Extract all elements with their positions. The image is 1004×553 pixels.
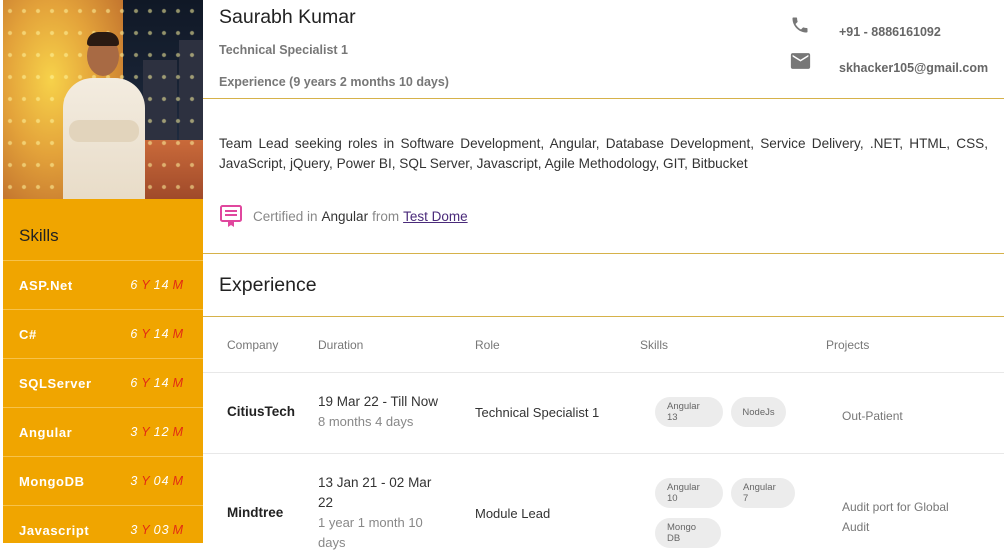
skill-chip: Angular 10 <box>655 478 723 508</box>
skills-title: Skills <box>19 226 59 245</box>
column-header-duration: Duration <box>318 338 364 352</box>
experience-project[interactable]: Audit port for Global Audit <box>842 497 972 537</box>
experience-divider <box>203 316 1004 317</box>
email-icon <box>790 53 811 69</box>
skill-duration: 6 Y 14 M <box>130 376 184 390</box>
skill-row: ASP.Net 6 Y 14 M <box>3 260 203 309</box>
column-header-company: Company <box>227 338 279 352</box>
experience-company: CitiusTech <box>227 404 296 419</box>
skill-chip: Angular 7 <box>731 478 795 508</box>
skill-row: C# 6 Y 14 M <box>3 309 203 358</box>
profile-title: Technical Specialist 1 <box>219 43 348 57</box>
skill-row: SQLServer 6 Y 14 M <box>3 358 203 407</box>
skill-row: MongoDB 3 Y 04 M <box>3 456 203 505</box>
table-row-divider <box>203 372 1004 373</box>
skill-duration: 3 Y 03 M <box>130 523 184 537</box>
skill-name: C# <box>19 326 37 342</box>
skill-chip: Mongo DB <box>655 518 721 548</box>
cert-prefix: Certified in <box>253 208 318 224</box>
skill-name: SQLServer <box>19 375 92 391</box>
skill-duration: 3 Y 04 M <box>130 474 184 488</box>
sidebar: Skills ASP.Net 6 Y 14 M C# 6 Y 14 M SQLServer … <box>3 0 203 543</box>
skill-duration: 6 Y 14 M <box>130 327 184 341</box>
experience-role: Module Lead <box>475 506 551 521</box>
experience-duration: 19 Mar 22 - Till Now 8 months 4 days <box>318 392 448 432</box>
experience-role: Technical Specialist 1 <box>475 405 600 420</box>
skill-chip: Angular 13 <box>655 397 723 427</box>
phone-icon <box>792 17 808 33</box>
profile-summary: Team Lead seeking roles in Software Deve… <box>219 136 988 171</box>
skill-row: Javascript 3 Y 03 M <box>3 505 203 543</box>
email-address[interactable]: skhacker105@gmail.com <box>839 61 988 75</box>
table-row-divider <box>203 453 1004 454</box>
experience-dates: 19 Mar 22 - Till Now <box>318 394 439 409</box>
cert-issuer-link[interactable]: Test Dome <box>403 209 468 224</box>
column-header-projects: Projects <box>826 338 870 352</box>
column-header-skills: Skills <box>640 338 669 352</box>
skill-duration: 3 Y 12 M <box>130 425 184 439</box>
skill-name: MongoDB <box>19 473 85 489</box>
certificate-icon <box>220 205 242 227</box>
skill-row: Angular 3 Y 12 M <box>3 407 203 456</box>
skill-chip: NodeJs <box>731 397 786 427</box>
experience-length: 8 months 4 days <box>318 414 414 429</box>
skill-name: Angular <box>19 424 73 440</box>
column-header-role: Role <box>475 338 500 352</box>
skill-name: ASP.Net <box>19 277 73 293</box>
experience-project[interactable]: Out-Patient <box>842 406 972 426</box>
experience-company: Mindtree <box>227 505 284 520</box>
skill-name: Javascript <box>19 522 90 538</box>
experience-length: 1 year 1 month 10 days <box>318 515 423 550</box>
experience-heading: Experience <box>219 274 317 296</box>
cert-subject: Angular <box>321 208 369 224</box>
profile-name: Saurabh Kumar <box>219 6 356 28</box>
total-experience: Experience (9 years 2 months 10 days) <box>219 75 449 89</box>
certification: Certified in Angular from Test Dome <box>219 204 468 228</box>
cert-from: from <box>372 208 400 224</box>
phone-number[interactable]: +91 - 8886161092 <box>839 25 941 39</box>
skill-duration: 6 Y 14 M <box>130 278 184 292</box>
cert-divider <box>203 253 1004 254</box>
header-divider <box>203 98 1004 99</box>
skills-list: ASP.Net 6 Y 14 M C# 6 Y 14 M SQLServer 6 Y 14 M A… <box>3 260 203 543</box>
experience-dates: 13 Jan 21 - 02 Mar 22 <box>318 475 432 510</box>
experience-duration: 13 Jan 21 - 02 Mar 22 1 year 1 month 10 … <box>318 473 446 553</box>
profile-photo <box>3 0 203 199</box>
